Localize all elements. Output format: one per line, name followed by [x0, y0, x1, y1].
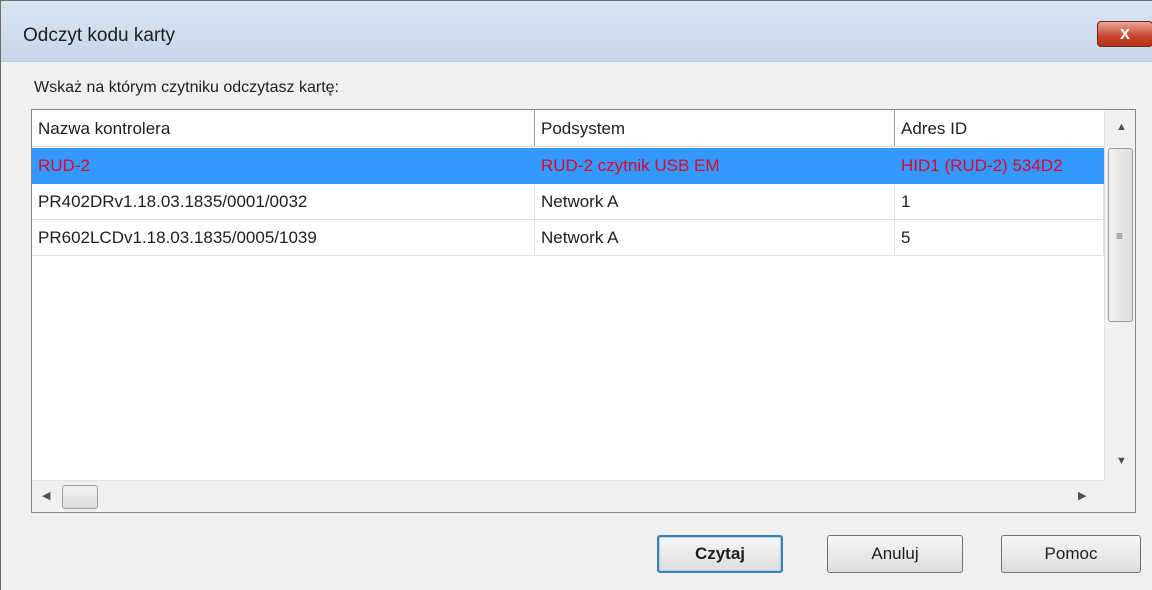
scroll-down-arrow-icon[interactable]: ▼ [1116, 455, 1127, 467]
vertical-scrollbar[interactable]: ▲ ≡ ▼ [1104, 110, 1135, 480]
column-header-subsystem[interactable]: Podsystem [535, 110, 895, 146]
grip-icon: ≡ [1116, 229, 1124, 243]
cancel-button[interactable]: Anuluj [827, 535, 963, 573]
cell-subsystem: RUD-2 czytnik USB EM [541, 156, 720, 175]
list-header: Nazwa kontrolera Podsystem Adres ID [32, 110, 1104, 147]
title-bar: Odczyt kodu karty x [1, 1, 1152, 62]
column-header-address-id[interactable]: Adres ID [895, 110, 1104, 146]
window-title: Odczyt kodu karty [23, 25, 176, 46]
cell-address-id: 1 [895, 184, 1104, 220]
cell-controller-name: PR402DRv1.18.03.1835/0001/0032 [32, 184, 535, 220]
cell-address-id: 5 [895, 220, 1104, 256]
table-row[interactable]: RUD-2 RUD-2 czytnik USB EM HID1 (RUD-2) … [32, 148, 1104, 184]
cell-address-id: HID1 (RUD-2) 534D2 [901, 156, 1063, 175]
table-row[interactable]: PR602LCDv1.18.03.1835/0005/1039 Network … [32, 220, 1104, 256]
vertical-scroll-thumb[interactable]: ≡ [1108, 148, 1133, 322]
cell-controller-name: RUD-2 [38, 156, 90, 175]
horizontal-scrollbar[interactable]: ◀ ▶ [32, 480, 1104, 512]
cell-subsystem: Network A [535, 220, 895, 256]
cell-subsystem: Network A [535, 184, 895, 220]
reader-list[interactable]: Nazwa kontrolera Podsystem Adres ID RUD-… [31, 109, 1136, 513]
read-button[interactable]: Czytaj [657, 535, 783, 573]
instruction-label: Wskaż na którym czytniku odczytasz kartę… [34, 79, 339, 96]
close-button[interactable]: x [1097, 21, 1152, 47]
help-button[interactable]: Pomoc [1001, 535, 1141, 573]
close-icon: x [1119, 23, 1130, 43]
scroll-left-arrow-icon[interactable]: ◀ [42, 489, 50, 502]
column-header-controller-name[interactable]: Nazwa kontrolera [32, 110, 535, 146]
scroll-up-arrow-icon[interactable]: ▲ [1116, 121, 1127, 133]
dialog-window: Odczyt kodu karty x Wskaż na którym czyt… [0, 0, 1152, 590]
scrollbar-corner [1104, 480, 1135, 512]
cell-controller-name: PR602LCDv1.18.03.1835/0005/1039 [32, 220, 535, 256]
scroll-right-arrow-icon[interactable]: ▶ [1078, 489, 1086, 502]
table-row[interactable]: PR402DRv1.18.03.1835/0001/0032 Network A… [32, 184, 1104, 220]
horizontal-scroll-thumb[interactable] [62, 485, 98, 509]
